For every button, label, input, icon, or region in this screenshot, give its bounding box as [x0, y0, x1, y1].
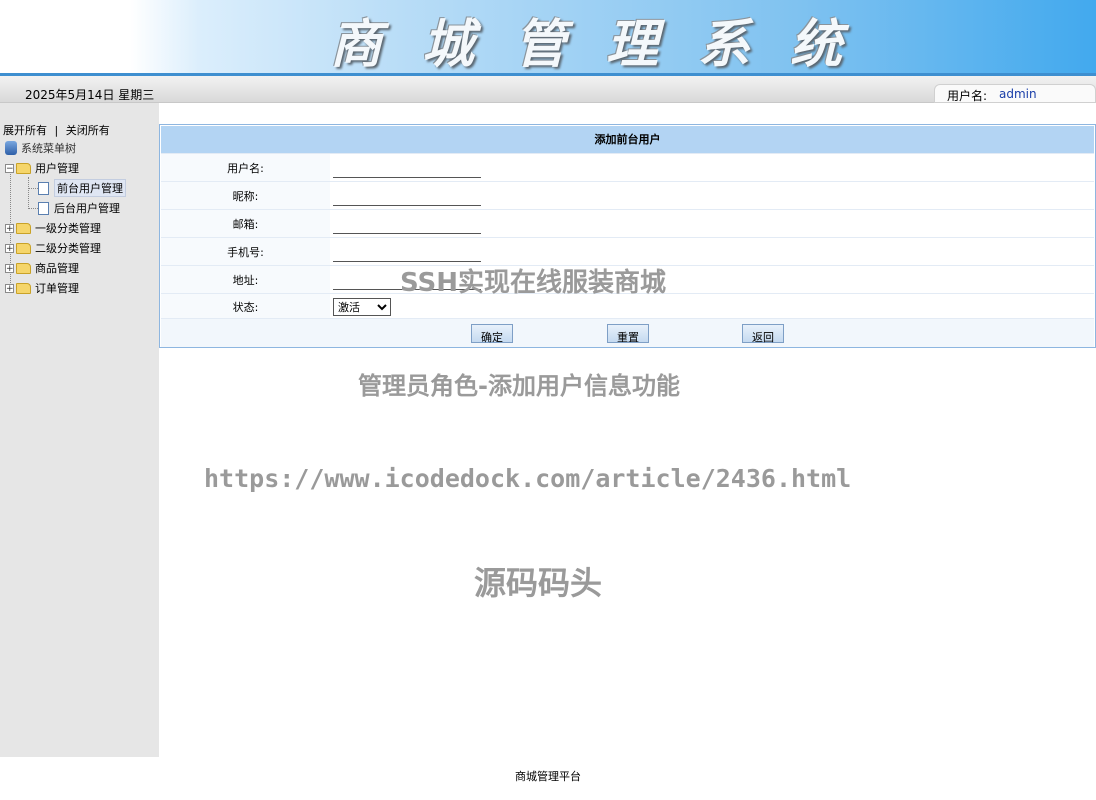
sidebar-item-frontend-users[interactable]: 前台用户管理 [38, 179, 126, 197]
watermark-title: SSH实现在线服装商城 [400, 268, 667, 298]
expand-icon[interactable]: + [5, 223, 14, 233]
sidebar-item-label: 订单管理 [35, 282, 79, 295]
folder-icon [16, 222, 31, 234]
form-row-username: 用户名: [161, 153, 1094, 181]
footer: 商城管理平台 [515, 770, 581, 783]
username-input[interactable] [333, 159, 481, 178]
nickname-label: 昵称: [161, 182, 330, 209]
address-label: 地址: [161, 266, 330, 293]
tree-connector [28, 177, 29, 209]
tree-controls: 展开所有 | 关闭所有 [3, 122, 110, 138]
confirm-button[interactable]: 确定 [471, 324, 513, 344]
back-button[interactable]: 返回 [742, 324, 784, 344]
document-icon [38, 181, 49, 195]
username-label: 用户名: [161, 154, 330, 181]
sidebar-item-orders[interactable]: + 订单管理 [5, 280, 79, 296]
email-label: 邮箱: [161, 210, 330, 237]
folder-open-icon [16, 162, 31, 174]
expand-all-link[interactable]: 展开所有 [3, 124, 47, 137]
add-user-form: 添加前台用户 用户名: 昵称: 邮箱: 手机号: 地址: 状态: 激活 确定 重… [159, 124, 1096, 348]
sidebar-item-category-level2[interactable]: + 二级分类管理 [5, 240, 101, 256]
separator: | [54, 124, 59, 137]
reset-button[interactable]: 重置 [607, 324, 649, 344]
expand-icon[interactable]: + [5, 243, 14, 253]
username: admin [999, 87, 1037, 101]
folder-icon [16, 282, 31, 294]
watermark-brand: 源码码头 [474, 564, 603, 602]
sidebar-item-label: 一级分类管理 [35, 222, 101, 235]
document-icon [38, 201, 49, 215]
collapse-icon[interactable]: − [5, 163, 14, 173]
sidebar-item-category-level1[interactable]: + 一级分类管理 [5, 220, 101, 236]
watermark-url: https://www.icodedock.com/article/2436.h… [204, 464, 852, 493]
folder-icon [16, 262, 31, 274]
user-label: 用户名: [947, 89, 988, 103]
current-date: 2025年5月14日 星期三 [25, 88, 155, 102]
computer-icon [5, 141, 17, 155]
phone-label: 手机号: [161, 238, 330, 265]
user-info: 用户名: admin [934, 84, 1096, 103]
sidebar-item-label: 商品管理 [35, 262, 79, 275]
sidebar-item-label: 后台用户管理 [54, 202, 120, 215]
tree-root-label: 系统菜单树 [21, 142, 76, 155]
expand-icon[interactable]: + [5, 283, 14, 293]
sidebar-item-label: 用户管理 [35, 162, 79, 175]
nickname-input[interactable] [333, 187, 481, 206]
email-input[interactable] [333, 215, 481, 234]
tree-connector [28, 188, 38, 189]
sidebar-item-products[interactable]: + 商品管理 [5, 260, 79, 276]
tree-connector [28, 208, 38, 209]
watermark-subtitle: 管理员角色-添加用户信息功能 [358, 372, 680, 400]
form-row-phone: 手机号: [161, 237, 1094, 265]
header-banner: 商城管理系统 [0, 0, 1096, 75]
form-button-row: 确定 重置 返回 [161, 318, 1094, 347]
info-bar [0, 76, 1096, 103]
sidebar-item-label: 二级分类管理 [35, 242, 101, 255]
sidebar-item-backend-users[interactable]: 后台用户管理 [38, 200, 120, 216]
folder-icon [16, 242, 31, 254]
expand-icon[interactable]: + [5, 263, 14, 273]
status-label: 状态: [161, 294, 330, 319]
sidebar: 展开所有 | 关闭所有 系统菜单树 − 用户管理 前台用户管理 后台用户管理 +… [0, 103, 159, 757]
phone-input[interactable] [333, 243, 481, 262]
form-row-email: 邮箱: [161, 209, 1094, 237]
system-title: 商城管理系统 [330, 14, 883, 75]
tree-root[interactable]: 系统菜单树 [5, 140, 76, 156]
sidebar-item-label: 前台用户管理 [54, 179, 126, 197]
collapse-all-link[interactable]: 关闭所有 [66, 124, 110, 137]
form-title: 添加前台用户 [161, 126, 1094, 153]
sidebar-item-user-management[interactable]: − 用户管理 [5, 160, 79, 176]
status-select[interactable]: 激活 [333, 298, 391, 316]
form-row-nickname: 昵称: [161, 181, 1094, 209]
